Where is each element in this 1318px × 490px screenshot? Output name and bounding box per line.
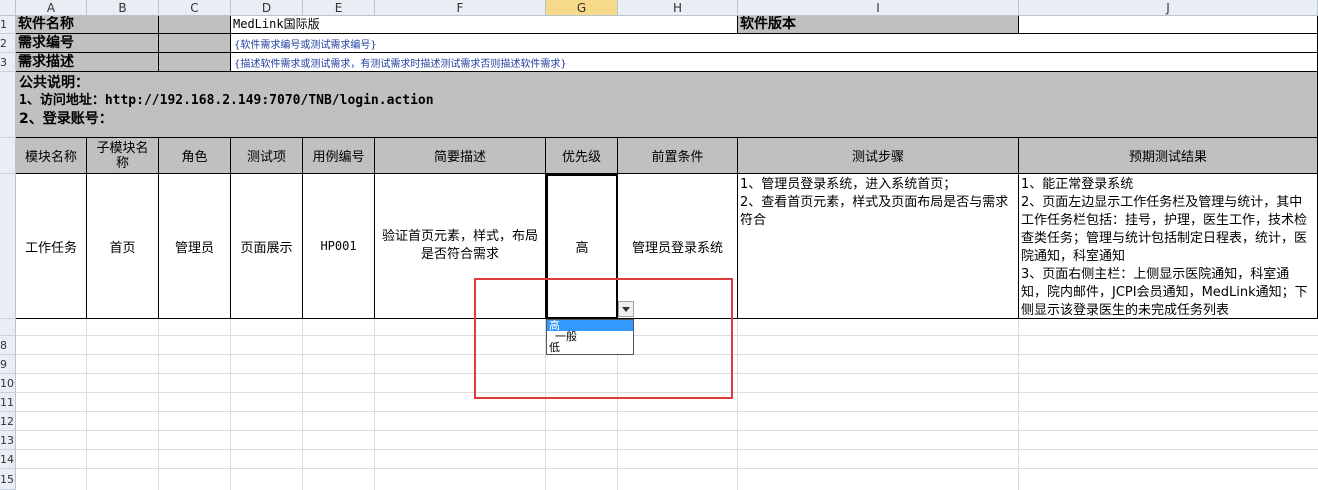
- th-test-item: 测试项: [231, 138, 303, 174]
- chevron-down-icon: [622, 306, 630, 312]
- cell-test-item[interactable]: 页面展示: [231, 174, 303, 319]
- cell-role[interactable]: 管理员: [159, 174, 231, 319]
- column-header-i[interactable]: I: [738, 0, 1019, 16]
- th-role: 角色: [159, 138, 231, 174]
- requirement-desc-value[interactable]: {描述软件需求或测试需求，有测试需求时描述测试需求否则描述软件需求}: [231, 53, 1318, 72]
- row-header-8[interactable]: 8: [0, 336, 16, 355]
- notes-access-url: 1、访问地址：http://192.168.2.149:7070/TNB/log…: [19, 93, 434, 108]
- row-header-12[interactable]: 12: [0, 412, 16, 431]
- column-header-g[interactable]: G: [546, 0, 618, 16]
- dropdown-option-low[interactable]: 低: [547, 342, 633, 353]
- cell-precondition[interactable]: 管理员登录系统: [618, 174, 738, 319]
- th-submodule-name: 子模块名称: [87, 138, 159, 174]
- requirement-id-label: 需求编号: [16, 34, 159, 53]
- row-header-2[interactable]: 2: [0, 34, 16, 53]
- th-test-steps: 测试步骤: [738, 138, 1019, 174]
- requirement-desc-label: 需求描述: [16, 53, 159, 72]
- notes-title: 公共说明：: [19, 75, 89, 91]
- row-header-13[interactable]: 13: [0, 431, 16, 450]
- blank-cell[interactable]: [159, 53, 231, 72]
- row-header-7[interactable]: [0, 319, 16, 336]
- software-name-value[interactable]: MedLink国际版: [231, 16, 738, 34]
- cell-priority-active[interactable]: 高: [546, 174, 618, 319]
- cell-brief-description[interactable]: 验证首页元素，样式，布局是否符合需求: [375, 174, 546, 319]
- column-header-a[interactable]: A: [16, 0, 87, 16]
- select-all-corner[interactable]: [0, 0, 16, 16]
- column-header-b[interactable]: B: [87, 0, 159, 16]
- row-header-6[interactable]: [0, 174, 16, 319]
- requirement-id-value[interactable]: {软件需求编号或测试需求编号}: [231, 34, 1318, 53]
- row-header-1[interactable]: 1: [0, 16, 16, 34]
- th-brief-description: 简要描述: [375, 138, 546, 174]
- row-header-14[interactable]: 14: [0, 450, 16, 469]
- cell-expected-result[interactable]: 1、能正常登录系统 2、页面左边显示工作任务栏及管理与统计，其中工作任务栏包括：…: [1019, 174, 1318, 319]
- row-header-4[interactable]: [0, 72, 16, 138]
- row-header-9[interactable]: 9: [0, 355, 16, 374]
- column-header-f[interactable]: F: [375, 0, 546, 16]
- row-header-11[interactable]: 11: [0, 393, 16, 412]
- column-header-j[interactable]: J: [1019, 0, 1318, 16]
- th-precondition: 前置条件: [618, 138, 738, 174]
- cell-submodule[interactable]: 首页: [87, 174, 159, 319]
- th-priority: 优先级: [546, 138, 618, 174]
- column-header-d[interactable]: D: [231, 0, 303, 16]
- column-header-c[interactable]: C: [159, 0, 231, 16]
- grid-lines: [16, 319, 1318, 490]
- notes-login-account: 2、登录账号：: [19, 111, 113, 127]
- empty-grid-area[interactable]: [16, 319, 1318, 490]
- software-name-label: 软件名称: [16, 16, 159, 34]
- th-module-name: 模块名称: [16, 138, 87, 174]
- column-header-h[interactable]: H: [618, 0, 738, 16]
- row-header-15[interactable]: 15: [0, 469, 16, 490]
- th-expected-result: 预期测试结果: [1019, 138, 1318, 174]
- cell-case-id[interactable]: HP001: [303, 174, 375, 319]
- row-header-5[interactable]: [0, 138, 16, 174]
- row-header-10[interactable]: 10: [0, 374, 16, 393]
- software-version-label: 软件版本: [738, 16, 1019, 34]
- blank-cell[interactable]: [159, 34, 231, 53]
- row-header-3[interactable]: 3: [0, 53, 16, 72]
- software-version-value[interactable]: [1019, 16, 1318, 34]
- blank-cell[interactable]: [159, 16, 231, 34]
- priority-dropdown-list[interactable]: 高 一般 低: [546, 319, 634, 355]
- column-header-e[interactable]: E: [303, 0, 375, 16]
- th-case-id: 用例编号: [303, 138, 375, 174]
- public-notes-cell[interactable]: 公共说明： 1、访问地址：http://192.168.2.149:7070/T…: [16, 72, 1318, 138]
- cell-module[interactable]: 工作任务: [16, 174, 87, 319]
- cell-test-steps[interactable]: 1、管理员登录系统，进入系统首页； 2、查看首页元素，样式及页面布局是否与需求符…: [738, 174, 1019, 319]
- dropdown-arrow-button[interactable]: [618, 301, 634, 317]
